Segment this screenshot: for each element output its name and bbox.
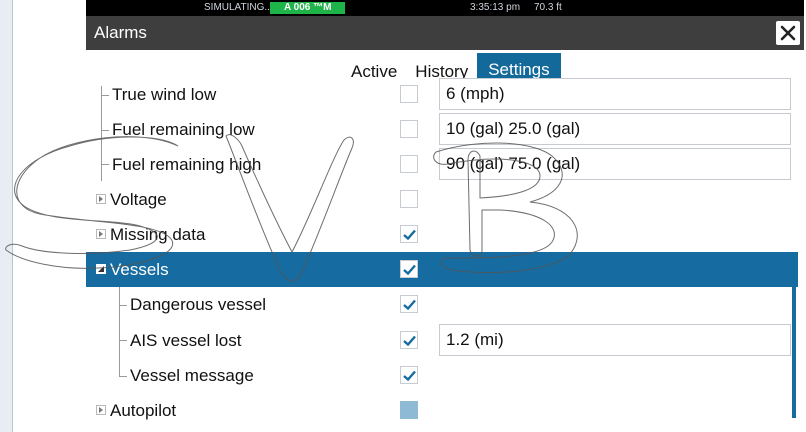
list-item-autopilot[interactable]: Autopilot	[86, 393, 798, 428]
alarm-value-field[interactable]: 6 (mph)	[439, 78, 791, 110]
title-bar: Alarms	[86, 16, 804, 50]
list-item-label: AIS vessel lost	[130, 331, 242, 350]
alarms-window: SIMULATING... A 006 ™M 3:35:13 pm 70.3 f…	[86, 0, 804, 432]
list-item-label: Vessel message	[130, 366, 254, 385]
list-item-label: Fuel remaining high	[112, 155, 262, 174]
expand-arrow-icon[interactable]	[96, 229, 106, 239]
expand-arrow-icon[interactable]	[96, 405, 106, 415]
list-item-label: Vessels	[110, 260, 169, 279]
checkmark-icon	[403, 229, 416, 240]
enable-checkbox[interactable]	[400, 366, 418, 384]
checkmark-icon	[403, 370, 416, 381]
list-item-voltage[interactable]: Voltage	[86, 182, 798, 217]
enable-checkbox[interactable]	[400, 155, 418, 173]
background-panel-edge	[0, 0, 13, 432]
list-item-true-wind-low[interactable]: True wind low 6 (mph)	[86, 77, 798, 112]
alarm-value-field[interactable]: 1.2 (mi)	[439, 324, 791, 356]
collapse-arrow-icon[interactable]	[96, 264, 106, 274]
expand-arrow-icon[interactable]	[96, 194, 106, 204]
enable-checkbox[interactable]	[400, 260, 418, 278]
depth-readout: 70.3 ft	[534, 2, 562, 13]
checkmark-icon	[403, 335, 416, 346]
list-item-dangerous-vessel[interactable]: Dangerous vessel	[86, 287, 798, 322]
list-item-label: True wind low	[112, 85, 217, 104]
close-button[interactable]	[776, 21, 800, 45]
alarm-value-field[interactable]: 90 (gal) 75.0 (gal)	[439, 148, 791, 180]
partial-checkbox[interactable]	[400, 401, 418, 419]
list-item-vessel-message[interactable]: Vessel message	[86, 358, 798, 393]
list-item-vessels[interactable]: Vessels	[86, 252, 798, 287]
list-item-label: Missing data	[110, 225, 206, 244]
list-item-fuel-remaining-high[interactable]: Fuel remaining high 90 (gal) 75.0 (gal)	[86, 147, 798, 182]
list-item-ais-vessel-lost[interactable]: AIS vessel lost 1.2 (mi)	[86, 323, 798, 358]
list-item-label: Autopilot	[110, 401, 177, 420]
list-item-label: Dangerous vessel	[130, 295, 267, 314]
enable-checkbox[interactable]	[400, 225, 418, 243]
list-item-label: Fuel remaining low	[112, 120, 255, 139]
enable-checkbox[interactable]	[400, 120, 418, 138]
list-item-label: Voltage	[110, 190, 167, 209]
enable-checkbox[interactable]	[400, 85, 418, 103]
simulating-indicator: SIMULATING...	[204, 2, 273, 13]
checkmark-icon	[403, 299, 416, 310]
gps-status-badge[interactable]: A 006 ™M	[270, 2, 346, 14]
scrollbar[interactable]	[792, 282, 796, 418]
checkmark-icon	[403, 264, 416, 275]
alarm-value-field[interactable]: 10 (gal) 25.0 (gal)	[439, 113, 791, 145]
status-bar: SIMULATING... A 006 ™M 3:35:13 pm 70.3 f…	[86, 0, 804, 16]
clock-readout: 3:35:13 pm	[470, 2, 521, 13]
enable-checkbox[interactable]	[400, 331, 418, 349]
list-item-fuel-remaining-low[interactable]: Fuel remaining low 10 (gal) 25.0 (gal)	[86, 112, 798, 147]
enable-checkbox[interactable]	[400, 190, 418, 208]
close-icon	[780, 25, 796, 41]
enable-checkbox[interactable]	[400, 295, 418, 313]
window-title: Alarms	[94, 23, 147, 42]
list-item-missing-data[interactable]: Missing data	[86, 217, 798, 252]
alarm-settings-list: True wind low 6 (mph) Fuel remaining low…	[86, 78, 798, 432]
